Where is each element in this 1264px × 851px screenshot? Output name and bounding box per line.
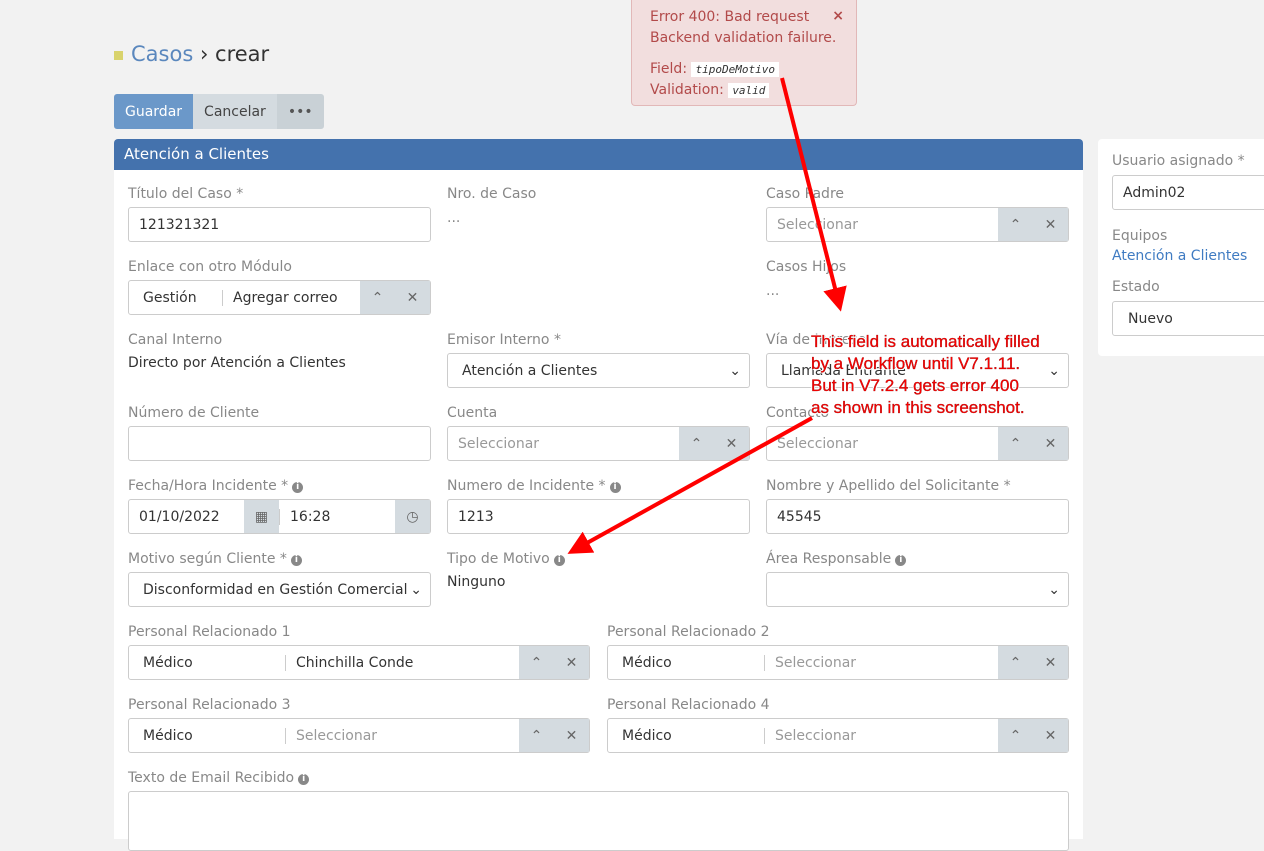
arrow-to-tipo: [567, 416, 813, 554]
arrow-to-alert: [780, 77, 847, 312]
annotation-arrows: [567, 77, 847, 554]
annotation-note: This field is automatically filled by a …: [811, 332, 1040, 417]
